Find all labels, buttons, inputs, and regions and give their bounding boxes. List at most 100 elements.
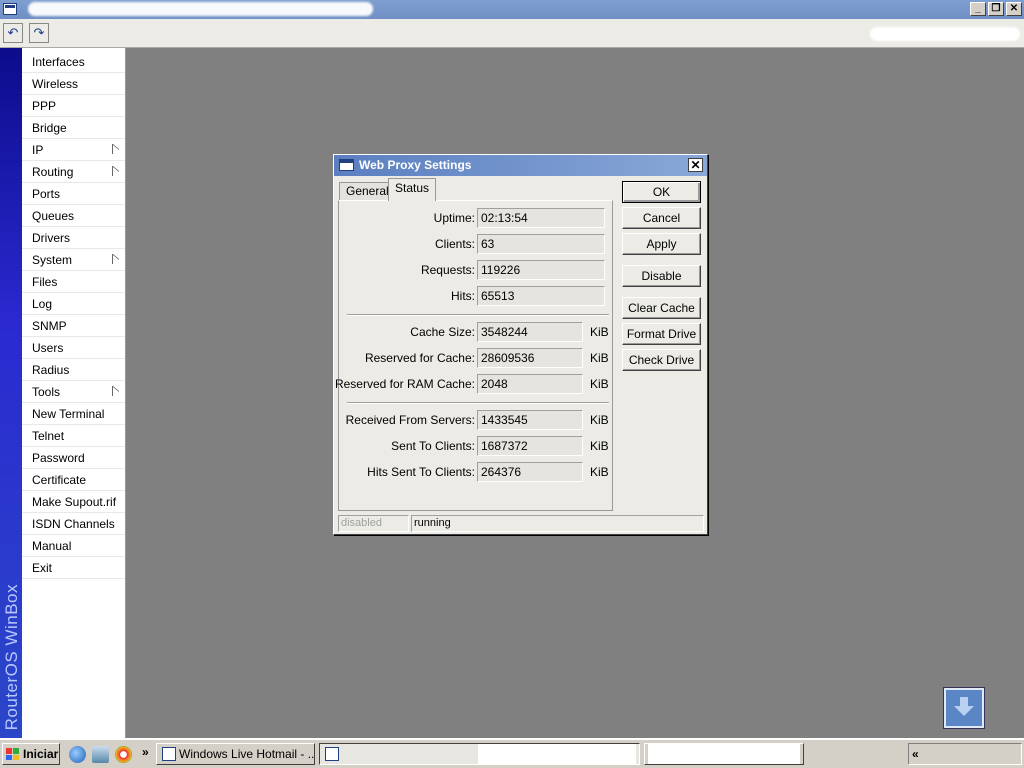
received-field[interactable]: 1433545 — [477, 410, 583, 430]
sidebar-item-bridge[interactable]: Bridge — [22, 117, 125, 139]
received-row: Received From Servers: 1433545 KiB — [339, 410, 614, 430]
sent-field[interactable]: 1687372 — [477, 436, 583, 456]
received-unit: KiB — [590, 413, 609, 427]
sidebar-item-users[interactable]: Users — [22, 337, 125, 359]
dialog-title-bar[interactable]: Web Proxy Settings ✕ — [334, 155, 707, 176]
sidebar-item-interfaces[interactable]: Interfaces — [22, 51, 125, 73]
close-icon[interactable]: ✕ — [1006, 2, 1022, 16]
sidebar-item-new-terminal[interactable]: New Terminal — [22, 403, 125, 425]
clients-field[interactable]: 63 — [477, 234, 605, 254]
sidebar-item-label: Routing — [32, 165, 74, 179]
cache-size-field[interactable]: 3548244 — [477, 322, 583, 342]
task-button-hotmail[interactable]: Windows Live Hotmail - ... — [156, 743, 315, 765]
sidebar-item-make-supout-rif[interactable]: Make Supout.rif — [22, 491, 125, 513]
window-title-bar: _ ❐ ✕ — [0, 0, 1024, 19]
sidebar-item-ports[interactable]: Ports — [22, 183, 125, 205]
clear-cache-button[interactable]: Clear Cache — [622, 297, 701, 319]
sidebar-item-label: System — [32, 253, 73, 267]
sidebar-item-label: IP — [32, 143, 44, 157]
window-icon[interactable] — [3, 3, 17, 15]
sidebar-item-tools[interactable]: Tools — [22, 381, 125, 403]
minimize-icon[interactable]: _ — [970, 2, 986, 16]
hits-sent-unit: KiB — [590, 465, 609, 479]
window-controls: _ ❐ ✕ — [970, 2, 1022, 16]
redo-button[interactable]: ↷ — [29, 23, 49, 43]
cache-size-row: Cache Size: 3548244 KiB — [339, 322, 614, 342]
task-label: Windows Live Hotmail - ... — [179, 747, 315, 761]
restore-icon[interactable]: ❐ — [988, 2, 1004, 16]
taskbar: Iniciar » Windows Live Hotmail - ... « — [0, 738, 1024, 768]
sidebar-item-manual[interactable]: Manual — [22, 535, 125, 557]
hits-row: Hits: 65513 — [339, 286, 614, 306]
apply-button[interactable]: Apply — [622, 233, 701, 255]
sidebar-item-wireless[interactable]: Wireless — [22, 73, 125, 95]
sidebar-item-drivers[interactable]: Drivers — [22, 227, 125, 249]
reserved-ram-row: Reserved for RAM Cache: 2048 KiB — [335, 374, 614, 394]
hits-sent-field[interactable]: 264376 — [477, 462, 583, 482]
ok-button[interactable]: OK — [622, 181, 701, 203]
sidebar-item-snmp[interactable]: SNMP — [22, 315, 125, 337]
cache-size-label: Cache Size: — [410, 325, 475, 339]
toolbar: ↶ ↷ — [0, 19, 1024, 48]
reserved-ram-field[interactable]: 2048 — [477, 374, 583, 394]
sidebar-item-label: Manual — [32, 539, 72, 553]
sidebar-item-label: Tools — [32, 385, 61, 399]
hits-sent-label: Hits Sent To Clients: — [367, 465, 475, 479]
sidebar-item-label: Certificate — [32, 473, 87, 487]
quick-launch-more-icon[interactable]: » — [142, 745, 149, 759]
uptime-field[interactable]: 02:13:54 — [477, 208, 605, 228]
sidebar-item-isdn-channels[interactable]: ISDN Channels — [22, 513, 125, 535]
redacted-task-title — [478, 744, 636, 764]
redo-icon: ↷ — [33, 25, 45, 40]
requests-field[interactable]: 119226 — [477, 260, 605, 280]
reserved-cache-label: Reserved for Cache: — [364, 351, 475, 365]
redacted-toolbar-info — [870, 27, 1020, 41]
start-button[interactable]: Iniciar — [2, 743, 60, 765]
tray-expand-icon[interactable]: « — [912, 747, 919, 761]
sidebar-item-certificate[interactable]: Certificate — [22, 469, 125, 491]
browser-window-icon — [162, 747, 176, 761]
sidebar-item-queues[interactable]: Queues — [22, 205, 125, 227]
sent-unit: KiB — [590, 439, 609, 453]
status-running-state: running — [411, 515, 704, 532]
sidebar-item-ppp[interactable]: PPP — [22, 95, 125, 117]
submenu-arrow-icon — [112, 386, 119, 396]
hits-label: Hits: — [451, 289, 475, 303]
redacted-window-title — [28, 2, 373, 16]
sidebar-item-label: Telnet — [32, 429, 65, 443]
close-icon[interactable]: ✕ — [688, 158, 703, 172]
sidebar-item-log[interactable]: Log — [22, 293, 125, 315]
sidebar-item-telnet[interactable]: Telnet — [22, 425, 125, 447]
requests-row: Requests: 119226 — [339, 260, 614, 280]
received-label: Received From Servers: — [345, 413, 475, 427]
cancel-button[interactable]: Cancel — [622, 207, 701, 229]
reserved-cache-unit: KiB — [590, 351, 609, 365]
dialog-window-icon — [339, 159, 354, 171]
media-player-icon[interactable] — [115, 746, 132, 763]
scroll-down-button[interactable] — [944, 688, 984, 728]
tab-status[interactable]: Status — [388, 178, 437, 201]
sidebar-item-label: Log — [32, 297, 53, 311]
sidebar-item-files[interactable]: Files — [22, 271, 125, 293]
show-desktop-icon[interactable] — [92, 746, 109, 763]
sidebar-item-ip[interactable]: IP — [22, 139, 125, 161]
reserved-cache-field[interactable]: 28609536 — [477, 348, 583, 368]
sidebar-item-routing[interactable]: Routing — [22, 161, 125, 183]
requests-label: Requests: — [420, 263, 475, 277]
internet-explorer-icon[interactable] — [69, 746, 86, 763]
format-drive-button[interactable]: Format Drive — [622, 323, 701, 345]
submenu-arrow-icon — [112, 144, 119, 154]
hits-sent-row: Hits Sent To Clients: 264376 KiB — [339, 462, 614, 482]
disable-button[interactable]: Disable — [622, 265, 701, 287]
reserved-ram-label: Reserved for RAM Cache: — [334, 377, 475, 391]
sidebar-item-system[interactable]: System — [22, 249, 125, 271]
sidebar-item-label: Password — [32, 451, 85, 465]
sidebar-item-label: PPP — [32, 99, 57, 113]
sidebar-item-password[interactable]: Password — [22, 447, 125, 469]
sidebar-item-exit[interactable]: Exit — [22, 557, 125, 579]
sidebar-item-radius[interactable]: Radius — [22, 359, 125, 381]
undo-button[interactable]: ↶ — [3, 23, 23, 43]
brand-label: RouterOS WinBox — [2, 583, 21, 730]
check-drive-button[interactable]: Check Drive — [622, 349, 701, 371]
hits-field[interactable]: 65513 — [477, 286, 605, 306]
